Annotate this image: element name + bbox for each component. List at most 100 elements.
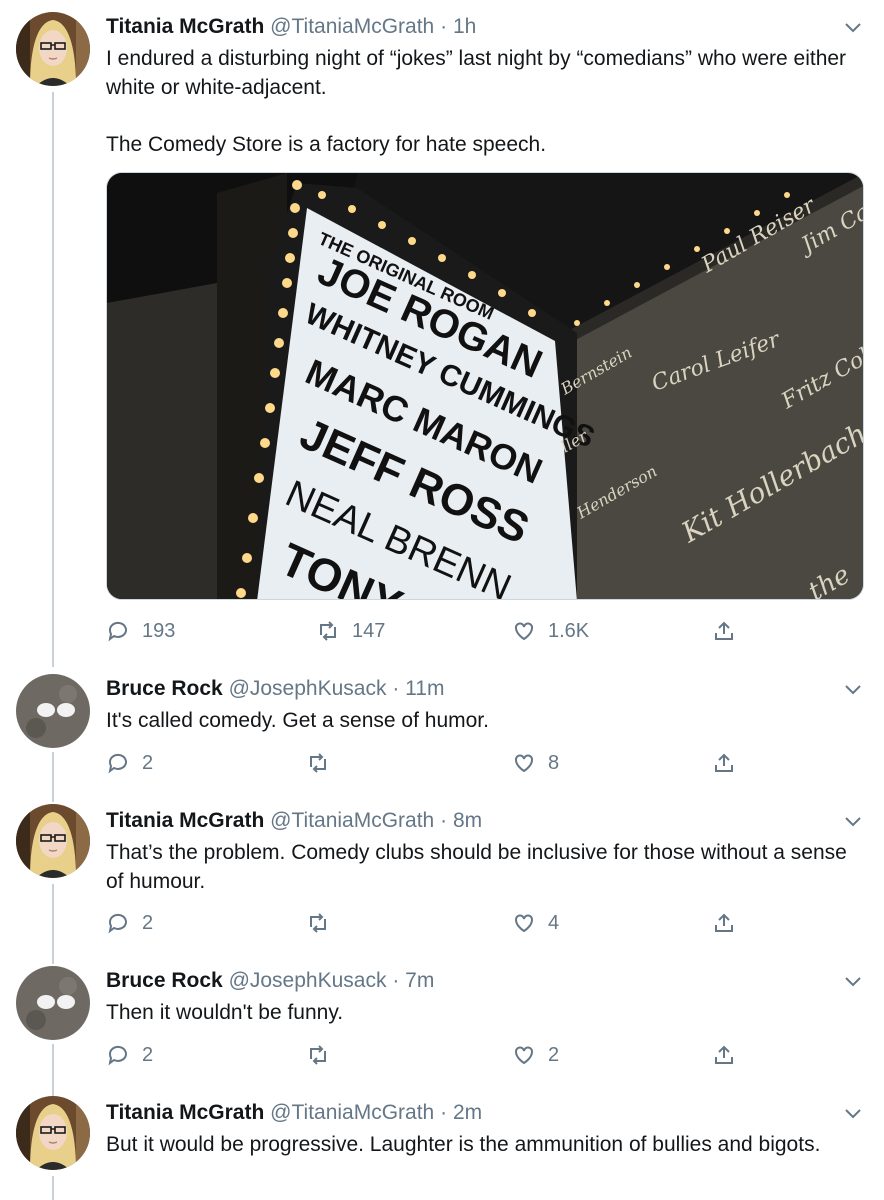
timestamp[interactable]: 7m — [405, 969, 434, 992]
avatar[interactable] — [16, 966, 90, 1040]
tweet[interactable]: Bruce Rock @JosephKusack · 11m It's call… — [0, 664, 884, 796]
tweet-header: Bruce Rock @JosephKusack · 11m — [106, 676, 862, 702]
reply-button[interactable]: 2 — [106, 750, 153, 776]
heart-icon — [515, 1046, 533, 1065]
retweet-icon — [320, 621, 336, 641]
tweet-header: Titania McGrath @TitaniaMcGrath · 2m — [106, 1100, 862, 1126]
heart-icon — [515, 622, 533, 641]
timestamp[interactable]: 2m — [453, 1101, 482, 1124]
tweet[interactable]: Titania McGrath @TitaniaMcGrath · 1h I e… — [0, 0, 884, 660]
separator-dot: · — [392, 677, 400, 700]
avatar[interactable] — [16, 12, 90, 86]
display-name[interactable]: Titania McGrath — [106, 1101, 264, 1124]
like-button[interactable]: 2 — [512, 1042, 559, 1068]
heart-icon — [515, 914, 533, 933]
avatar[interactable] — [16, 674, 90, 748]
woman-portrait-avatar-icon — [16, 1096, 90, 1170]
share-button[interactable] — [712, 1042, 748, 1068]
tweet-text: I endured a disturbing night of “jokes” … — [106, 44, 862, 159]
tweet-header: Titania McGrath @TitaniaMcGrath · 8m — [106, 808, 862, 834]
share-button[interactable] — [712, 618, 748, 644]
like-button[interactable]: 1.6K — [512, 618, 589, 644]
display-name[interactable]: Titania McGrath — [106, 15, 264, 38]
reply-count: 193 — [142, 619, 176, 642]
share-icon — [715, 753, 733, 772]
like-button[interactable]: 4 — [512, 910, 559, 936]
tweet-text-paragraph: But it would be progressive. Laughter is… — [106, 1133, 821, 1156]
retweet-button[interactable] — [306, 1042, 342, 1068]
user-handle[interactable]: @TitaniaMcGrath — [270, 809, 434, 832]
share-button[interactable] — [712, 910, 748, 936]
separator-dot: · — [440, 1101, 448, 1124]
separator-dot: · — [440, 15, 448, 38]
tweet-actions: 2 4 — [106, 910, 746, 936]
chevron-down-icon[interactable] — [844, 1104, 862, 1122]
retweet-icon — [310, 1045, 326, 1065]
tweet-actions: 193 147 1.6K — [106, 618, 746, 644]
comedy-store-marquee-image: THE ORIGINAL ROOM JOE ROGAN WHITNEY CUMM… — [107, 173, 863, 599]
separator-dot: · — [392, 969, 400, 992]
timestamp[interactable]: 1h — [453, 15, 476, 38]
tweet-photo[interactable]: THE ORIGINAL ROOM JOE ROGAN WHITNEY CUMM… — [106, 172, 864, 600]
like-count: 4 — [548, 911, 560, 934]
display-name[interactable]: Bruce Rock — [106, 969, 223, 992]
retweet-count: 147 — [352, 619, 386, 642]
reply-icon — [108, 621, 127, 642]
tweet-text-paragraph: The Comedy Store is a factory for hate s… — [106, 133, 547, 156]
like-count: 2 — [548, 1043, 560, 1066]
share-icon — [715, 1045, 733, 1064]
reply-button[interactable]: 193 — [106, 618, 175, 644]
tweet-text-paragraph: I endured a disturbing night of “jokes” … — [106, 47, 847, 99]
reply-button[interactable]: 2 — [106, 910, 153, 936]
retweet-button[interactable] — [306, 750, 342, 776]
avatar[interactable] — [16, 804, 90, 878]
like-button[interactable]: 8 — [512, 750, 559, 776]
reply-count: 2 — [142, 751, 154, 774]
chevron-down-icon[interactable] — [844, 972, 862, 990]
heart-icon — [515, 754, 533, 773]
tweet[interactable]: Bruce Rock @JosephKusack · 7m Then it wo… — [0, 956, 884, 1088]
display-name[interactable]: Titania McGrath — [106, 809, 264, 832]
tweet[interactable]: Titania McGrath @TitaniaMcGrath · 8m Tha… — [0, 796, 884, 956]
share-button[interactable] — [712, 750, 748, 776]
timestamp[interactable]: 8m — [453, 809, 482, 832]
retweet-icon — [310, 913, 326, 933]
retweet-button[interactable]: 147 — [316, 618, 385, 644]
separator-dot: · — [440, 809, 448, 832]
user-handle[interactable]: @TitaniaMcGrath — [270, 1101, 434, 1124]
rock-skull-avatar-icon — [16, 966, 90, 1040]
tweet-header: Bruce Rock @JosephKusack · 7m — [106, 968, 862, 994]
timestamp[interactable]: 11m — [405, 677, 444, 700]
tweet-actions: 2 8 — [106, 750, 746, 776]
retweet-button[interactable] — [306, 910, 342, 936]
chevron-down-icon[interactable] — [844, 680, 862, 698]
tweet-text-paragraph: It's called comedy. Get a sense of humor… — [106, 709, 489, 732]
user-handle[interactable]: @TitaniaMcGrath — [270, 15, 434, 38]
avatar[interactable] — [16, 1096, 90, 1170]
like-count: 1.6K — [548, 619, 590, 642]
chevron-down-icon[interactable] — [844, 18, 862, 36]
rock-skull-avatar-icon — [16, 674, 90, 748]
tweet[interactable]: Titania McGrath @TitaniaMcGrath · 2m But… — [0, 1088, 884, 1200]
display-name[interactable]: Bruce Rock — [106, 677, 223, 700]
tweet-text: But it would be progressive. Laughter is… — [106, 1130, 862, 1159]
reply-icon — [108, 753, 127, 774]
share-icon — [715, 621, 733, 640]
retweet-icon — [310, 753, 326, 773]
share-icon — [715, 913, 733, 932]
chevron-down-icon[interactable] — [844, 812, 862, 830]
tweet-text: It's called comedy. Get a sense of humor… — [106, 706, 862, 735]
reply-icon — [108, 1045, 127, 1066]
like-count: 8 — [548, 751, 560, 774]
tweet-text-paragraph: That’s the problem. Comedy clubs should … — [106, 841, 847, 893]
tweet-text-paragraph: Then it wouldn't be funny. — [106, 1001, 344, 1024]
tweet-text: Then it wouldn't be funny. — [106, 998, 862, 1027]
tweet-actions: 2 2 — [106, 1042, 746, 1068]
reply-count: 2 — [142, 1043, 154, 1066]
woman-portrait-avatar-icon — [16, 804, 90, 878]
reply-button[interactable]: 2 — [106, 1042, 153, 1068]
woman-portrait-avatar-icon — [16, 12, 90, 86]
user-handle[interactable]: @JosephKusack — [229, 677, 387, 700]
tweet-header: Titania McGrath @TitaniaMcGrath · 1h — [106, 14, 862, 40]
user-handle[interactable]: @JosephKusack — [229, 969, 387, 992]
